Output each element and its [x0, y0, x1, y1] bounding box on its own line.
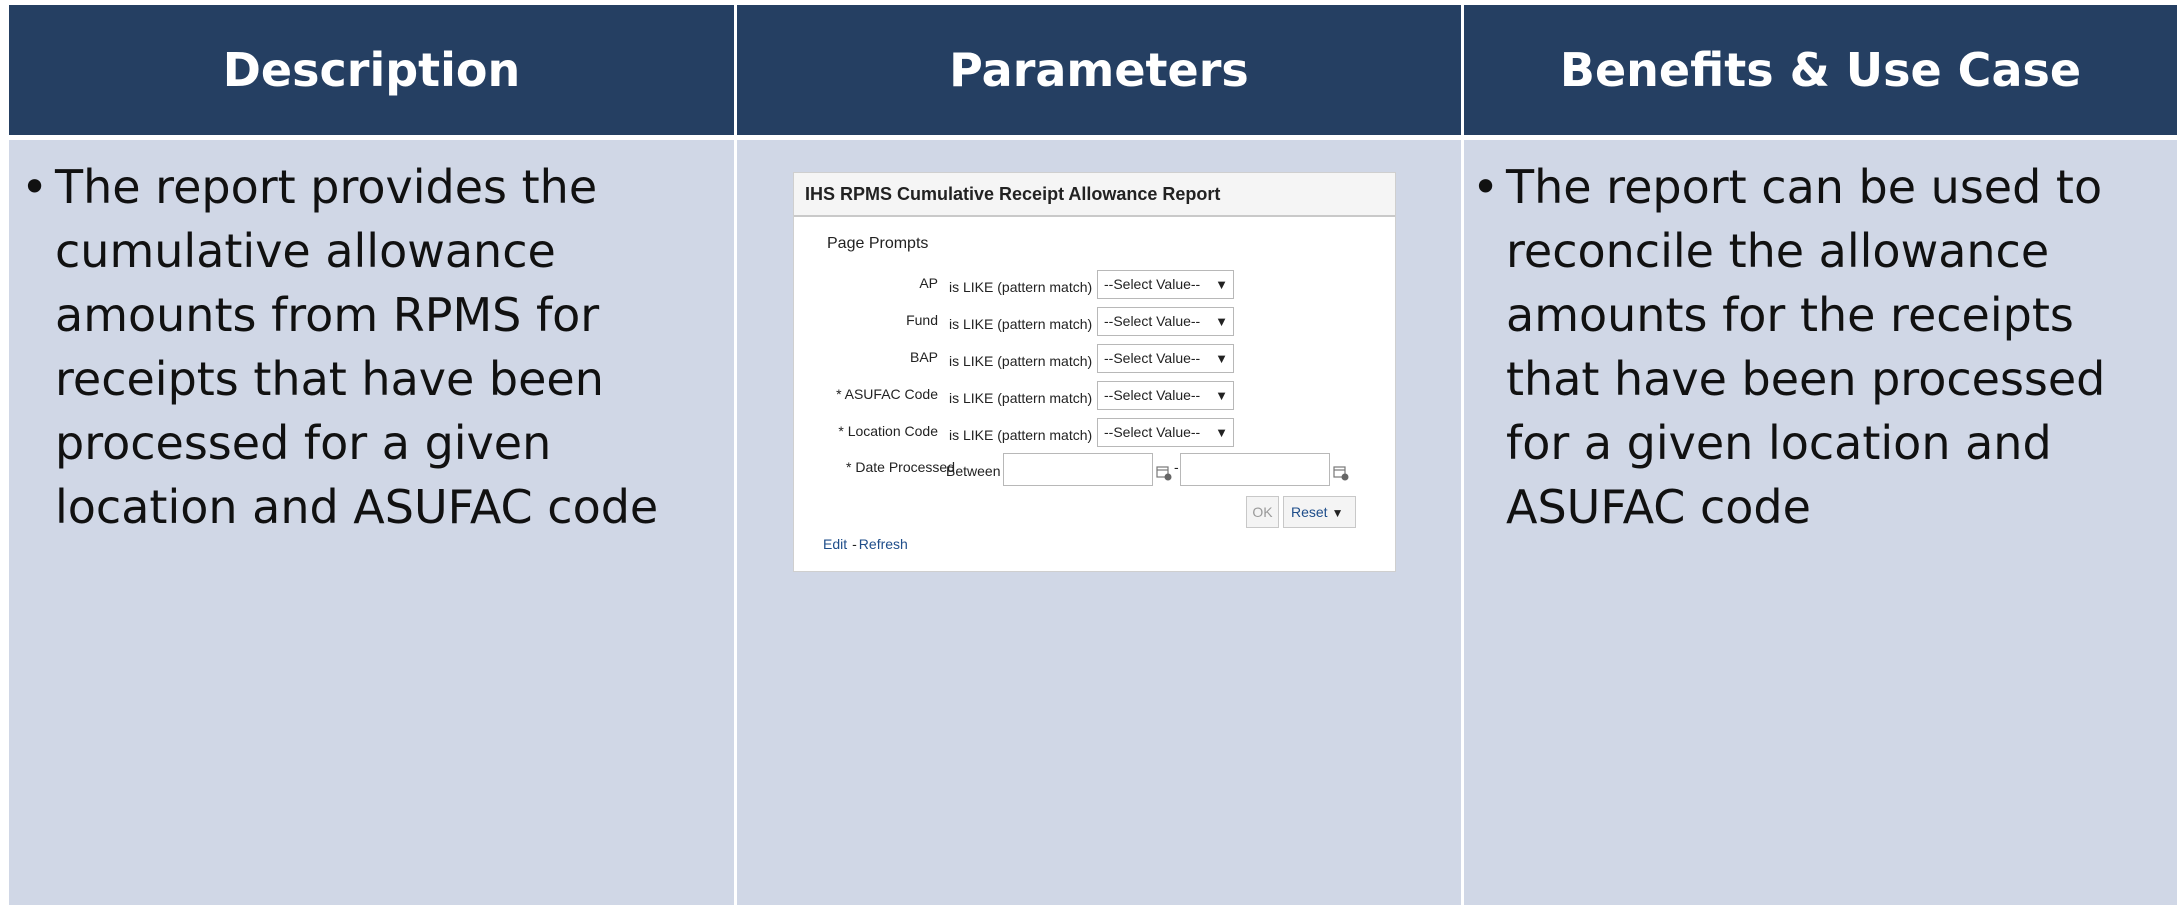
description-text-block: • The report provides the cumulative all… — [21, 155, 733, 539]
prompt-operator: is LIKE (pattern match) — [949, 427, 1093, 443]
prompt-label: * Date Processed — [846, 459, 955, 475]
description-text: The report provides the cumulative allow… — [55, 160, 659, 534]
link-separator: - — [852, 536, 857, 552]
date-from-input[interactable] — [1003, 453, 1153, 486]
date-to-input[interactable] — [1180, 453, 1330, 486]
calendar-icon[interactable] — [1156, 465, 1172, 481]
prompt-row-date: * Date Processed Between - — [794, 453, 1397, 489]
prompt-row-asufac: * ASUFAC Code is LIKE (pattern match) --… — [794, 380, 1397, 412]
select-value: --Select Value-- — [1104, 350, 1201, 366]
triangle-down-icon: ▼ — [1215, 314, 1228, 329]
reset-button[interactable]: Reset ▼ — [1283, 496, 1356, 528]
bullet-icon: • — [21, 160, 49, 214]
benefits-text-block: • The report can be used to reconcile th… — [1472, 155, 2171, 539]
footer-links: Edit - Refresh — [823, 536, 908, 552]
description-list: • The report provides the cumulative all… — [21, 155, 733, 539]
prompt-label: BAP — [909, 349, 938, 365]
refresh-link[interactable]: Refresh — [859, 536, 908, 552]
calendar-icon[interactable] — [1333, 465, 1349, 481]
prompt-panel-screenshot: IHS RPMS Cumulative Receipt Allowance Re… — [793, 172, 1396, 572]
asufac-select[interactable]: --Select Value-- ▼ — [1097, 381, 1234, 410]
prompt-label: Fund — [906, 312, 938, 328]
fund-select[interactable]: --Select Value-- ▼ — [1097, 307, 1234, 336]
triangle-down-icon: ▼ — [1331, 506, 1344, 520]
bullet-icon: • — [1472, 160, 1500, 214]
triangle-down-icon: ▼ — [1215, 277, 1228, 292]
description-bullet-item: • The report provides the cumulative all… — [21, 155, 733, 539]
ap-select[interactable]: --Select Value-- ▼ — [1097, 270, 1234, 299]
header-description-label: Description — [222, 43, 521, 97]
prompt-operator: is LIKE (pattern match) — [949, 353, 1093, 369]
triangle-down-icon: ▼ — [1215, 425, 1228, 440]
prompt-label: * ASUFAC Code — [836, 386, 938, 402]
prompt-operator: is LIKE (pattern match) — [949, 279, 1093, 295]
prompt-row-ap: AP is LIKE (pattern match) --Select Valu… — [794, 269, 1397, 301]
reset-label: Reset — [1291, 504, 1328, 520]
header-description: Description — [0, 0, 734, 140]
select-value: --Select Value-- — [1104, 276, 1201, 292]
prompt-operator: Between — [946, 463, 1001, 479]
panel-title: IHS RPMS Cumulative Receipt Allowance Re… — [794, 173, 1395, 217]
header-benefits-label: Benefits & Use Case — [1559, 43, 2082, 97]
header-benefits: Benefits & Use Case — [1461, 0, 2177, 140]
prompt-operator: is LIKE (pattern match) — [949, 390, 1093, 406]
select-value: --Select Value-- — [1104, 424, 1201, 440]
prompt-operator: is LIKE (pattern match) — [949, 316, 1093, 332]
prompt-row-fund: Fund is LIKE (pattern match) --Select Va… — [794, 306, 1397, 338]
page-prompts-title: Page Prompts — [827, 235, 929, 252]
date-separator: - — [1174, 459, 1179, 475]
prompt-row-bap: BAP is LIKE (pattern match) --Select Val… — [794, 343, 1397, 375]
benefits-bullet-item: • The report can be used to reconcile th… — [1472, 155, 2171, 539]
benefits-text: The report can be used to reconcile the … — [1506, 160, 2106, 534]
select-value: --Select Value-- — [1104, 387, 1201, 403]
edit-link[interactable]: Edit — [823, 536, 847, 552]
triangle-down-icon: ▼ — [1215, 351, 1228, 366]
location-select[interactable]: --Select Value-- ▼ — [1097, 418, 1234, 447]
header-parameters: Parameters — [734, 0, 1461, 140]
ok-button[interactable]: OK — [1246, 496, 1279, 528]
header-parameters-label: Parameters — [949, 43, 1249, 97]
prompt-label: * Location Code — [838, 423, 938, 439]
prompt-row-location: * Location Code is LIKE (pattern match) … — [794, 417, 1397, 449]
benefits-list: • The report can be used to reconcile th… — [1472, 155, 2171, 539]
bap-select[interactable]: --Select Value-- ▼ — [1097, 344, 1234, 373]
triangle-down-icon: ▼ — [1215, 388, 1228, 403]
prompt-label: AP — [919, 275, 938, 291]
select-value: --Select Value-- — [1104, 313, 1201, 329]
